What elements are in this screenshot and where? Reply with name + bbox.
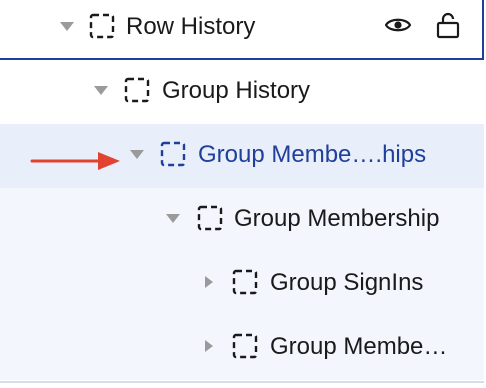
expand-toggle-icon[interactable] [205, 340, 213, 352]
tree-row-group-membership[interactable]: Group Membership [0, 188, 484, 252]
red-arrow-icon [30, 152, 120, 170]
unlock-icon[interactable] [434, 11, 462, 39]
layer-tree: Row History Group History Group Membe….h… [0, 0, 486, 388]
frame-icon [160, 141, 186, 167]
eye-icon[interactable] [384, 11, 412, 39]
tree-row-row-history[interactable]: Row History [0, 0, 484, 60]
row-actions [384, 10, 462, 40]
tree-row-group-membe[interactable]: Group Membe… [0, 316, 484, 380]
tree-row-label: Group SignIns [270, 269, 424, 296]
frame-icon [89, 13, 115, 39]
frame-icon [197, 205, 223, 231]
collapse-toggle-icon[interactable] [94, 86, 108, 95]
frame-icon [232, 333, 258, 359]
tree-row-label: Group Membe… [270, 333, 448, 360]
tree-row-group-signins[interactable]: Group SignIns [0, 252, 484, 316]
collapse-toggle-icon[interactable] [130, 150, 144, 159]
expand-toggle-icon[interactable] [205, 276, 213, 288]
tree-row-label: Group History [162, 77, 311, 104]
frame-icon [124, 77, 150, 103]
tree-row-label: Group Membership [234, 205, 440, 232]
tree-row-group-history[interactable]: Group History [0, 60, 484, 124]
frame-icon [232, 269, 258, 295]
divider [0, 381, 484, 383]
tree-row-label: Row History [126, 13, 256, 40]
collapse-toggle-icon[interactable] [60, 22, 74, 31]
tree-row-label: Group Membe….hips [198, 141, 427, 168]
collapse-toggle-icon[interactable] [166, 214, 180, 223]
